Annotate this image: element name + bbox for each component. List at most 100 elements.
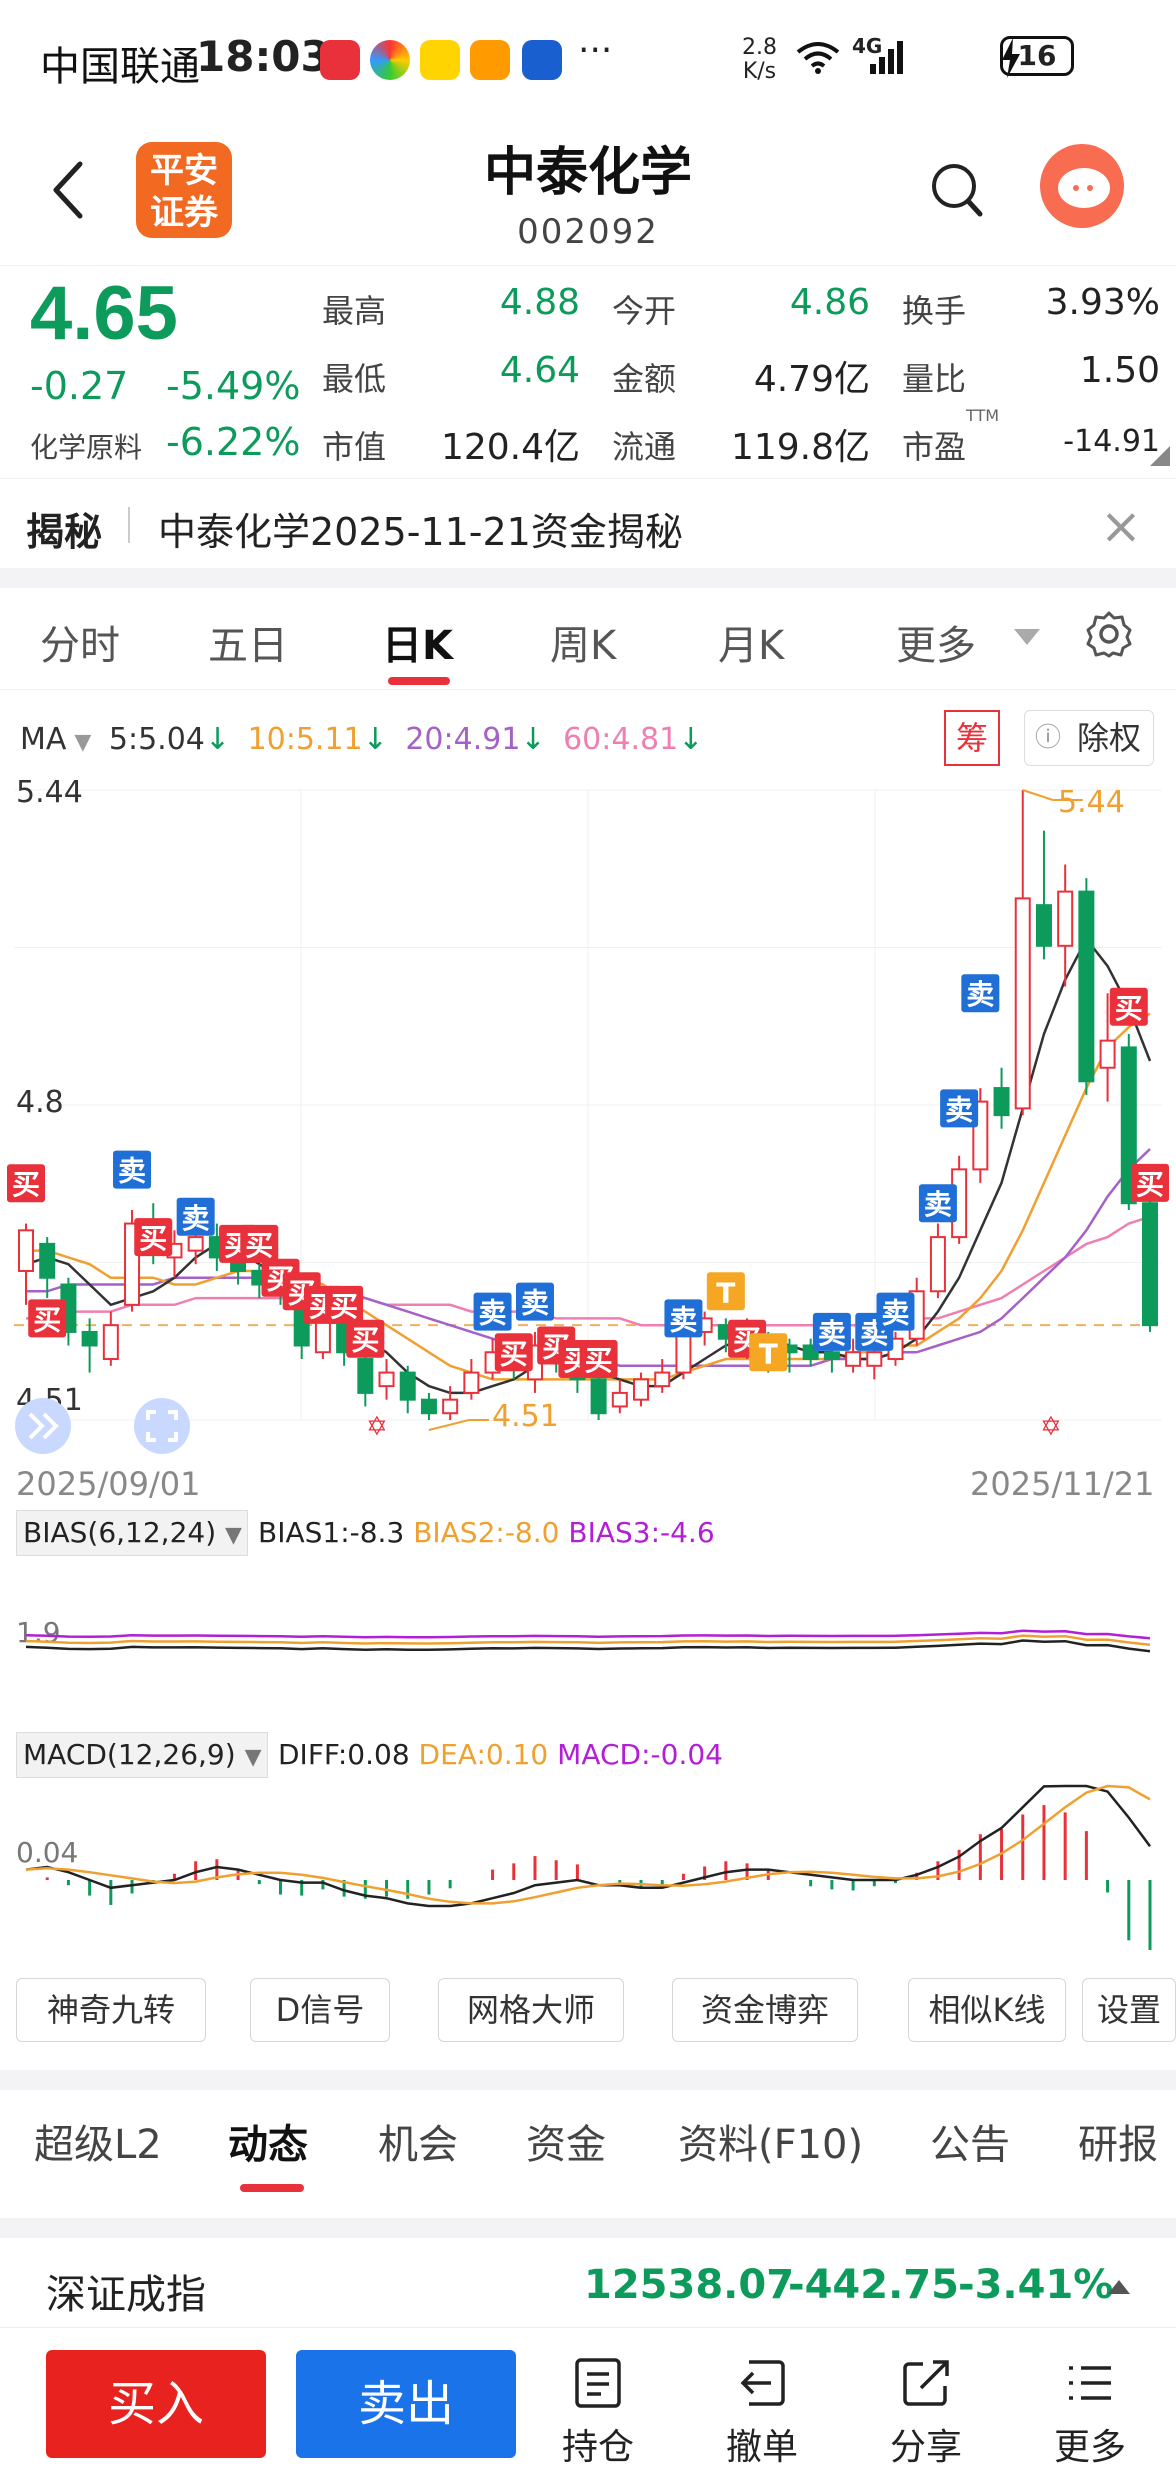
tab-daily-k[interactable]: 日K [382,613,453,671]
candle [420,1392,437,1420]
caret-up-icon[interactable] [1108,2280,1130,2294]
sell-button[interactable]: 卖出 [296,2350,516,2458]
macd-label: MACD(12,26,9) [23,1738,236,1771]
date-end: 2025/11/21 [970,1465,1154,1500]
tab-super-l2[interactable]: 超级L2 [34,2112,162,2170]
fund-reveal-banner[interactable]: 揭秘 中泰化学2025-11-21资金揭秘 × [0,478,1176,568]
chip-distribution-button[interactable]: 筹 [944,710,1000,766]
app-notification-icon [470,40,510,80]
ma5-value: 5:5.04 [108,722,205,757]
candle-body [420,1398,437,1415]
candle-body [357,1358,374,1394]
event-star-icon[interactable]: ✡ [366,1412,388,1442]
close-icon[interactable]: × [1100,497,1142,555]
price-change: -0.27 [30,364,129,408]
tag-text: 卖 [118,1155,146,1188]
tab-f10[interactable]: 资料(F10) [678,2112,863,2170]
indicator-settings-button[interactable]: 设置 [1082,1978,1176,2042]
ex-rights-button[interactable]: ⓘ 除权 [1024,710,1154,766]
sell-signal-tag: 卖 [664,1299,703,1338]
tab-capital[interactable]: 资金 [526,2112,606,2170]
index-ticker[interactable]: 深证成指 12538.07 -442.75 -3.41% [0,2218,1176,2328]
arrow-down-icon: ↓ [362,722,388,757]
tab-opportunity[interactable]: 机会 [378,2112,458,2170]
candle-body [611,1391,628,1408]
candle-body [654,1371,671,1388]
chart-period-tabs: 分时 五日 日K 周K 月K 更多 [0,585,1176,690]
macd-axis-label: 0.04 [16,1836,78,1869]
macd-chart[interactable]: 0.04 [0,1780,1176,1950]
tab-research[interactable]: 研报 [1078,2112,1158,2170]
kline-chart[interactable]: 买买卖买卖买买买买买买买卖买卖买买买卖T买T卖卖卖卖卖卖买买 5.44 4.51… [0,780,1176,1500]
more-button[interactable]: 更多 [1030,2356,1150,2470]
holdings-button[interactable]: 持仓 [538,2356,658,2470]
expand-corner-icon[interactable] [1150,446,1170,466]
cancel-order-button[interactable]: 撤单 [702,2356,822,2470]
bias-chart[interactable]: 1.9 [0,1560,1176,1736]
index-change-pct: -3.41% [958,2262,1114,2308]
event-star-icon[interactable]: ✡ [1040,1412,1062,1442]
price-side-label: 4.8 [16,1085,64,1120]
buy-signal-tag: 买 [134,1218,173,1257]
bias2-value: BIAS2:-8.0 [413,1516,560,1549]
candle-body [81,1330,98,1347]
similar-k-button[interactable]: 相似K线 [908,1978,1066,2042]
amount-label: 金额 [612,360,677,398]
reveal-text[interactable]: 中泰化学2025-11-21资金揭秘 [158,501,683,556]
candle [1035,830,1052,960]
magic-nine-button[interactable]: 神奇九转 [16,1978,206,2042]
sector-name[interactable]: 化学原料 [30,426,142,466]
grid-master-button[interactable]: 网格大师 [438,1978,624,2042]
app-notification-icon [522,40,562,80]
gear-icon[interactable] [1084,609,1134,659]
ma-label[interactable]: MA [20,722,66,757]
tab-weekly-k[interactable]: 周K [550,613,616,671]
high-marker: 5.44 [1058,785,1125,820]
tag-text: T [759,1337,778,1370]
buy-button[interactable]: 买入 [46,2350,266,2458]
menu-icon [1069,2366,1111,2400]
tab-announcements[interactable]: 公告 [930,2112,1010,2170]
macd-values: DIFF:0.08 DEA:0.10 MACD:-0.04 [278,1738,723,1771]
tag-text: 卖 [966,978,994,1011]
sell-signal-tag: 卖 [515,1282,554,1321]
search-icon[interactable] [930,160,986,220]
bias-lines [25,1629,1151,1653]
candle-body [18,1229,34,1272]
reveal-divider [128,507,130,543]
arrow-down-icon: ↓ [204,722,231,757]
tag-text: 买 [1115,992,1143,1025]
candle-body [1057,890,1074,947]
high-label: 最高 [322,292,387,330]
candle-body [1099,1039,1116,1069]
turnover-label: 换手 [902,292,967,330]
tab-more[interactable]: 更多 [896,613,976,671]
candle [1142,1182,1158,1332]
signal-icon [870,41,903,74]
caret-down-icon[interactable]: ▼ [74,730,91,755]
share-button[interactable]: 分享 [866,2356,986,2470]
tab-monthly-k[interactable]: 月K [718,613,784,671]
macd-selector[interactable]: MACD(12,26,9) ▼ [16,1732,268,1778]
buy-signal-tag: 买 [7,1164,45,1203]
tag-text: T [716,1276,735,1309]
tag-text: 卖 [945,1093,973,1126]
tag-text: 卖 [182,1202,210,1235]
macd-histogram [45,1805,1152,1950]
tab-five-day[interactable]: 五日 [208,613,288,671]
candle-body [102,1324,119,1361]
assistant-avatar[interactable] [1040,144,1124,228]
d-signal-button[interactable]: D信号 [250,1978,390,2042]
ma20-value: 20:4.91 [405,722,521,757]
carrier-label: 中国联通 [40,44,200,90]
tab-intraday[interactable]: 分时 [40,613,120,671]
caret-down-icon[interactable] [1014,629,1040,645]
tag-text: 买 [1136,1168,1164,1201]
bias-selector[interactable]: BIAS(6,12,24) ▼ [16,1510,248,1556]
tab-news[interactable]: 动态 [228,2112,308,2170]
fullscreen-icon[interactable] [134,1398,190,1454]
collapse-panel-icon[interactable] [15,1398,71,1454]
bias1-value: BIAS1:-8.3 [258,1516,405,1549]
fund-game-button[interactable]: 资金博弈 [672,1978,858,2042]
candle-body [633,1378,650,1401]
